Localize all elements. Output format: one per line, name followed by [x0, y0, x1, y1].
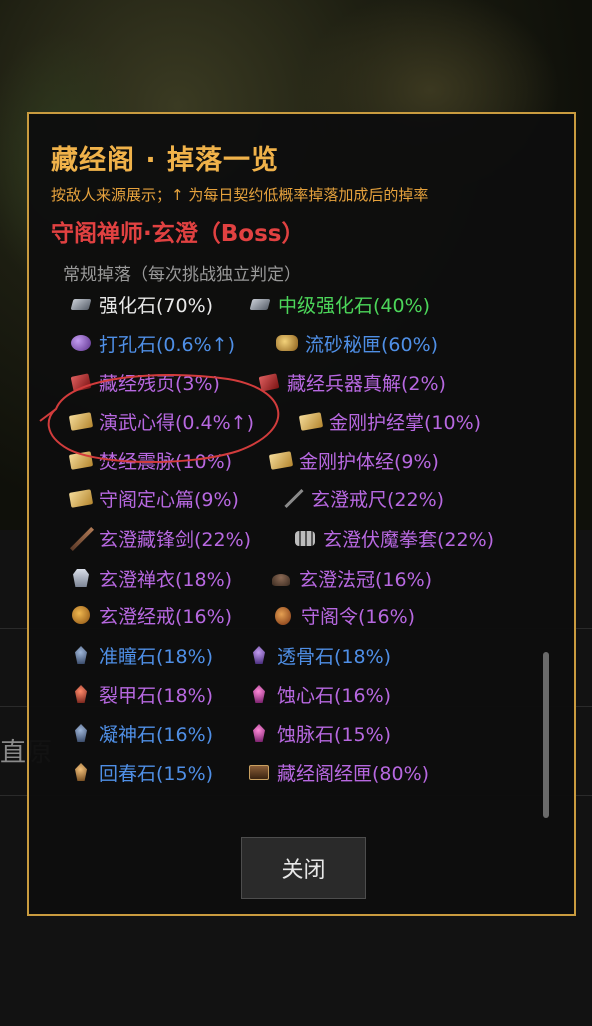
drop-list: 强化石(70%) 中级强化石(40%) 打孔石(0.6%↑) 流砂秘匣(60%)… — [29, 114, 574, 914]
drop-label: 玄澄禅衣(18%) — [99, 568, 233, 591]
drop-label: 流砂秘匣(60%) — [305, 333, 439, 356]
robe-icon — [69, 566, 93, 590]
drop-label: 焚经震脉(10%) — [99, 450, 233, 473]
drop-label: 金刚护体经(9%) — [299, 450, 439, 473]
drop-item[interactable]: 玄澄禅衣(18%) — [69, 563, 232, 593]
drop-item[interactable]: 演武心得(0.4%↑) — [69, 406, 254, 436]
drop-item[interactable]: 回春石(15%) — [69, 757, 213, 787]
ring-icon — [69, 603, 93, 627]
drop-label: 守阁令(16%) — [301, 605, 416, 628]
scroll-icon — [69, 486, 93, 510]
drop-item[interactable]: 金刚护经掌(10%) — [299, 406, 481, 436]
red-crystal-icon — [69, 682, 93, 706]
blue-crystal-icon — [69, 643, 93, 667]
drop-label: 玄澄戒尺(22%) — [311, 488, 445, 511]
drop-list-dialog: 藏经阁 · 掉落一览 按敌人来源展示；↑ 为每日契约低概率掉落加成后的掉率 守阁… — [27, 112, 576, 916]
drop-item[interactable]: 焚经震脉(10%) — [69, 445, 232, 475]
blue-crystal-icon — [69, 721, 93, 745]
stone-icon — [248, 292, 272, 316]
drop-item[interactable]: 玄澄法冠(16%) — [269, 563, 432, 593]
gloves-icon — [293, 526, 317, 550]
scroll-icon — [69, 409, 93, 433]
drop-label: 回春石(15%) — [99, 762, 214, 785]
scroll-icon — [299, 409, 323, 433]
drop-item[interactable]: 打孔石(0.6%↑) — [69, 328, 235, 358]
drop-item[interactable]: 强化石(70%) — [69, 289, 213, 319]
orb-icon — [69, 331, 93, 355]
drop-label: 裂甲石(18%) — [99, 684, 214, 707]
drop-item[interactable]: 流砂秘匣(60%) — [275, 328, 438, 358]
scroll-icon — [69, 448, 93, 472]
pink-crystal-icon — [247, 682, 271, 706]
drop-label: 演武心得(0.4%↑) — [99, 411, 255, 434]
drop-label: 金刚护经掌(10%) — [329, 411, 482, 434]
drop-item[interactable]: 中级强化石(40%) — [248, 289, 430, 319]
drop-item[interactable]: 玄澄伏魔拳套(22%) — [293, 523, 494, 553]
drop-item[interactable]: 守阁令(16%) — [271, 600, 415, 630]
drop-label: 蚀脉石(15%) — [277, 723, 392, 746]
amber-crystal-icon — [69, 760, 93, 784]
drop-item[interactable]: 金刚护体经(9%) — [269, 445, 439, 475]
scroll-icon — [269, 448, 293, 472]
drop-label: 蚀心石(16%) — [277, 684, 392, 707]
red-book-icon — [257, 370, 281, 394]
drop-label: 透骨石(18%) — [277, 645, 392, 668]
drop-label: 强化石(70%) — [99, 294, 214, 317]
drop-item[interactable]: 凝神石(16%) — [69, 718, 213, 748]
red-book-icon — [69, 370, 93, 394]
violet-crystal-icon — [247, 643, 271, 667]
drop-item[interactable]: 裂甲石(18%) — [69, 679, 213, 709]
drop-label: 藏经阁经匣(80%) — [277, 762, 430, 785]
drop-label: 守阁定心篇(9%) — [99, 488, 239, 511]
token-icon — [271, 603, 295, 627]
ruler-icon — [281, 486, 305, 510]
drop-label: 打孔石(0.6%↑) — [99, 333, 236, 356]
drop-item[interactable]: 蚀脉石(15%) — [247, 718, 391, 748]
close-button[interactable]: 关闭 — [241, 837, 366, 899]
drop-item[interactable]: 透骨石(18%) — [247, 640, 391, 670]
drop-label: 玄澄藏锋剑(22%) — [99, 528, 252, 551]
drop-item[interactable]: 守阁定心篇(9%) — [69, 483, 239, 513]
drop-item[interactable]: 蚀心石(16%) — [247, 679, 391, 709]
drop-label: 玄澄伏魔拳套(22%) — [323, 528, 495, 551]
scrollbar[interactable] — [543, 652, 549, 818]
chest-icon — [247, 760, 271, 784]
drop-item[interactable]: 藏经残页(3%) — [69, 367, 220, 397]
drop-item[interactable]: 准瞳石(18%) — [69, 640, 213, 670]
drop-item[interactable]: 玄澄藏锋剑(22%) — [69, 523, 251, 553]
pink-crystal-icon — [247, 721, 271, 745]
drop-item[interactable]: 藏经阁经匣(80%) — [247, 757, 429, 787]
sword-icon — [69, 526, 93, 550]
box-icon — [275, 331, 299, 355]
drop-item[interactable]: 玄澄戒尺(22%) — [281, 483, 444, 513]
drop-label: 准瞳石(18%) — [99, 645, 214, 668]
stone-icon — [69, 292, 93, 316]
drop-label: 玄澄经戒(16%) — [99, 605, 233, 628]
drop-label: 玄澄法冠(16%) — [299, 568, 433, 591]
hat-icon — [269, 566, 293, 590]
drop-item[interactable]: 藏经兵器真解(2%) — [257, 367, 446, 397]
drop-label: 藏经残页(3%) — [99, 372, 220, 395]
drop-item[interactable]: 玄澄经戒(16%) — [69, 600, 232, 630]
drop-label: 凝神石(16%) — [99, 723, 214, 746]
drop-label: 中级强化石(40%) — [278, 294, 431, 317]
drop-label: 藏经兵器真解(2%) — [287, 372, 446, 395]
